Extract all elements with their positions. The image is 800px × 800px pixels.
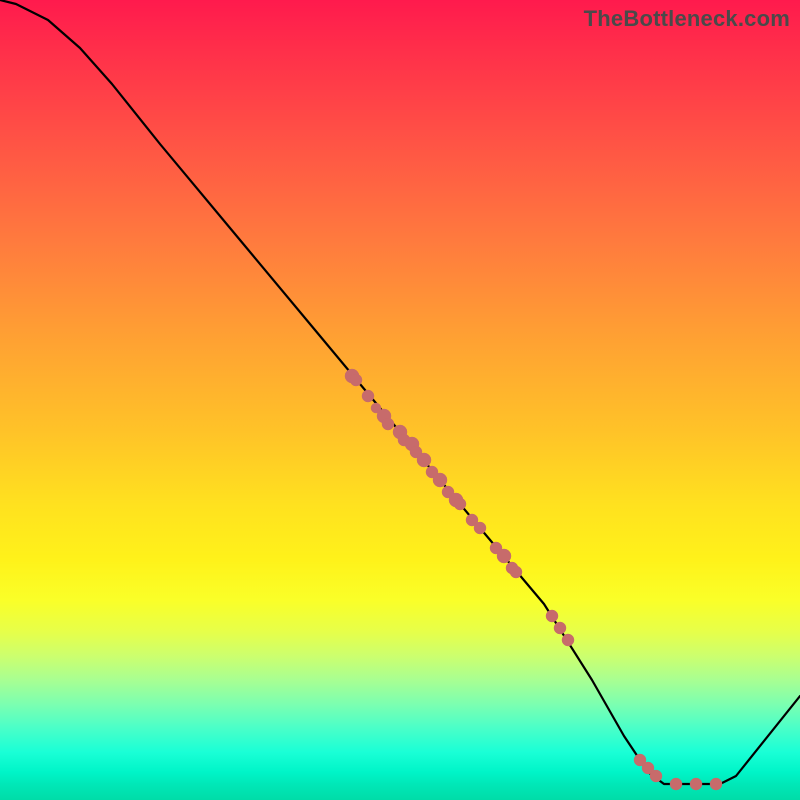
scatter-dot xyxy=(510,566,522,578)
scatter-dot xyxy=(554,622,566,634)
scatter-dot xyxy=(562,634,574,646)
scatter-dot xyxy=(710,778,722,790)
scatter-dot xyxy=(433,473,447,487)
scatter-dot xyxy=(362,390,374,402)
scatter-dot xyxy=(546,610,558,622)
scatter-dot xyxy=(690,778,702,790)
scatter-dot xyxy=(474,522,486,534)
scatter-dot xyxy=(670,778,682,790)
chart-svg xyxy=(0,0,800,800)
scatter-dot xyxy=(350,374,362,386)
scatter-dot xyxy=(382,418,394,430)
scatter-dot xyxy=(650,770,662,782)
curve-line xyxy=(0,0,800,784)
chart-container: TheBottleneck.com xyxy=(0,0,800,800)
scatter-dots xyxy=(345,369,722,790)
scatter-dot xyxy=(417,453,431,467)
scatter-dot xyxy=(497,549,511,563)
scatter-dot xyxy=(454,498,466,510)
